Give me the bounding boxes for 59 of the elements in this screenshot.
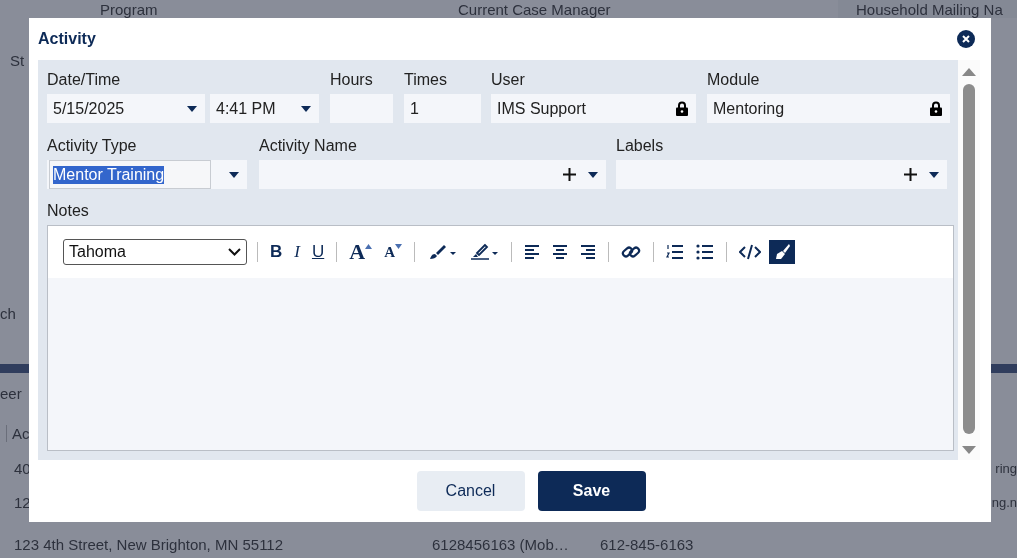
align-center-icon	[551, 245, 568, 259]
field-label: Labels	[616, 136, 665, 156]
shrink-font-button[interactable]: A	[380, 240, 406, 264]
scroll-up-icon[interactable]	[962, 68, 976, 76]
plus-icon[interactable]	[563, 168, 576, 181]
table-cell: ring	[995, 461, 1017, 477]
link-icon	[620, 243, 641, 261]
cancel-button[interactable]: Cancel	[416, 471, 525, 511]
caret-icon	[588, 171, 598, 178]
column-header: Current Case Manager	[458, 1, 612, 18]
save-button[interactable]: Save	[537, 471, 646, 511]
field-label: Activity Name	[259, 136, 358, 156]
date-picker[interactable]: 5/15/2025	[47, 94, 205, 123]
up-triangle-icon	[365, 244, 373, 249]
down-triangle-icon	[394, 244, 402, 249]
bullet-list-icon	[695, 244, 714, 260]
column-header: Household Mailing Na	[856, 1, 1003, 18]
table-cell: 612-845-6163	[600, 536, 694, 554]
chevron-icon	[228, 248, 241, 256]
field-label: Hours	[330, 70, 374, 90]
underline-button[interactable]: U	[307, 240, 329, 264]
time-picker[interactable]: 4:41 PM	[210, 94, 319, 123]
module-field[interactable]: Mentoring	[707, 94, 950, 123]
page-text: St	[9, 51, 25, 69]
user-field[interactable]: IMS Support	[491, 94, 696, 123]
field-label: Date/Time	[47, 70, 122, 90]
section-text: eer	[0, 385, 22, 402]
grow-font-button[interactable]: A	[345, 240, 377, 264]
clear-format-button[interactable]	[768, 240, 795, 264]
field-label: Times	[404, 70, 448, 90]
column-header: Program	[99, 1, 159, 18]
caret-icon	[301, 105, 311, 112]
align-right-icon	[579, 245, 596, 259]
caret-icon	[929, 171, 939, 178]
caret-icon	[229, 171, 239, 178]
table-cell: ng.n	[991, 495, 1017, 511]
field-label: Activity Type	[47, 136, 138, 156]
table-cell-text: 12	[13, 494, 31, 512]
dialog-title: Activity	[38, 30, 96, 48]
font-select[interactable]: Tahoma	[63, 239, 247, 265]
close-icon[interactable]	[957, 30, 975, 48]
activity-type-dropdown[interactable]: Mentor Training	[47, 160, 247, 189]
table-cell-text: 6128456163 (Mob…	[432, 536, 570, 554]
table-cell-text: 123 4th Street, New Brighton, MN 55112	[13, 536, 285, 554]
bold-button[interactable]: B	[266, 240, 287, 264]
times-field[interactable]: 1	[404, 94, 481, 123]
code-icon	[738, 244, 761, 260]
plus-icon[interactable]	[904, 168, 917, 181]
scroll-down-icon[interactable]	[962, 446, 976, 454]
numbered-list-icon	[665, 244, 684, 260]
align-left-icon	[523, 245, 540, 259]
search-text: ch	[0, 305, 16, 322]
italic-button[interactable]: I	[290, 240, 304, 264]
scrollbar[interactable]	[958, 60, 980, 460]
field-label: Notes	[47, 201, 90, 221]
highlighter-icon	[468, 243, 499, 261]
caret-icon	[187, 105, 197, 112]
field-label: User	[491, 70, 526, 90]
field-label: Module	[707, 70, 761, 90]
